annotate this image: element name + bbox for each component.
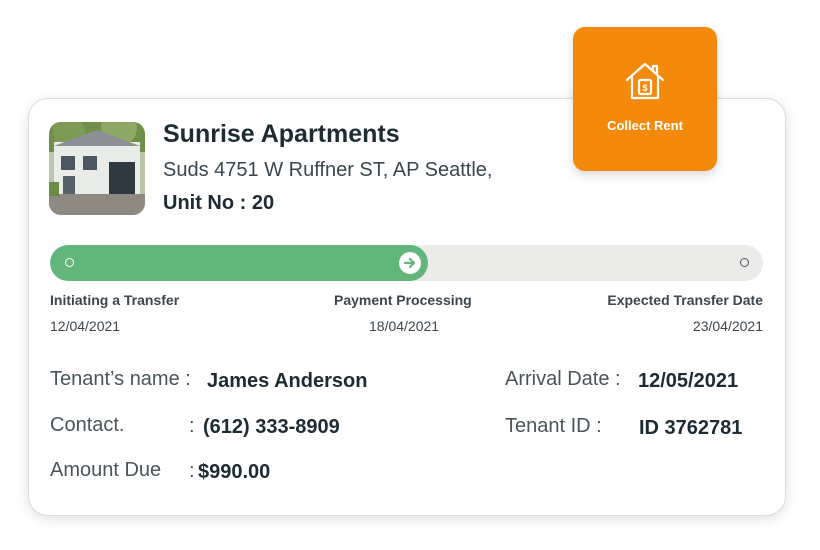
step-processing-label: Payment Processing (334, 292, 472, 308)
contact-value: (612) 333-8909 (203, 416, 340, 438)
arrow-right-icon (399, 252, 421, 274)
arrival-date-value: 12/05/2021 (638, 370, 739, 392)
tenant-id-value: ID 3762781 (639, 417, 743, 439)
transfer-progress-bar (50, 245, 763, 281)
property-name: Sunrise Apartments (163, 120, 400, 148)
property-photo (49, 122, 145, 215)
property-address: Suds 4751 W Ruffner ST, AP Seattle, (163, 159, 493, 181)
tenant-name-label: Tenant’s name : (50, 368, 191, 390)
collect-rent-label: Collect Rent (607, 117, 683, 133)
progress-fill (50, 245, 428, 281)
step-processing-date: 18/04/2021 (369, 318, 440, 334)
step-initiating-label: Initiating a Transfer (50, 292, 180, 308)
amount-due-label: Amount Due (50, 459, 162, 481)
tenant-id-label: Tenant ID : (505, 415, 602, 437)
contact-label: Contact. (50, 414, 125, 436)
progress-end-dot (740, 258, 749, 267)
unit-number: Unit No : 20 (163, 192, 275, 214)
contact-colon: : (189, 415, 195, 437)
house-dollar-icon: $ (625, 62, 665, 99)
step-initiating-date: 12/04/2021 (50, 318, 121, 334)
step-expected-date: 23/04/2021 (692, 318, 763, 334)
step-expected-label: Expected Transfer Date (607, 292, 763, 308)
arrival-date-label: Arrival Date : (505, 368, 621, 390)
amount-due-value: $990.00 (198, 461, 271, 483)
amount-due-colon: : (189, 460, 195, 482)
collect-rent-button[interactable]: $ Collect Rent (573, 27, 717, 171)
progress-start-dot (65, 258, 74, 267)
svg-text:$: $ (642, 83, 647, 93)
tenant-name-value: James Anderson (207, 370, 368, 392)
